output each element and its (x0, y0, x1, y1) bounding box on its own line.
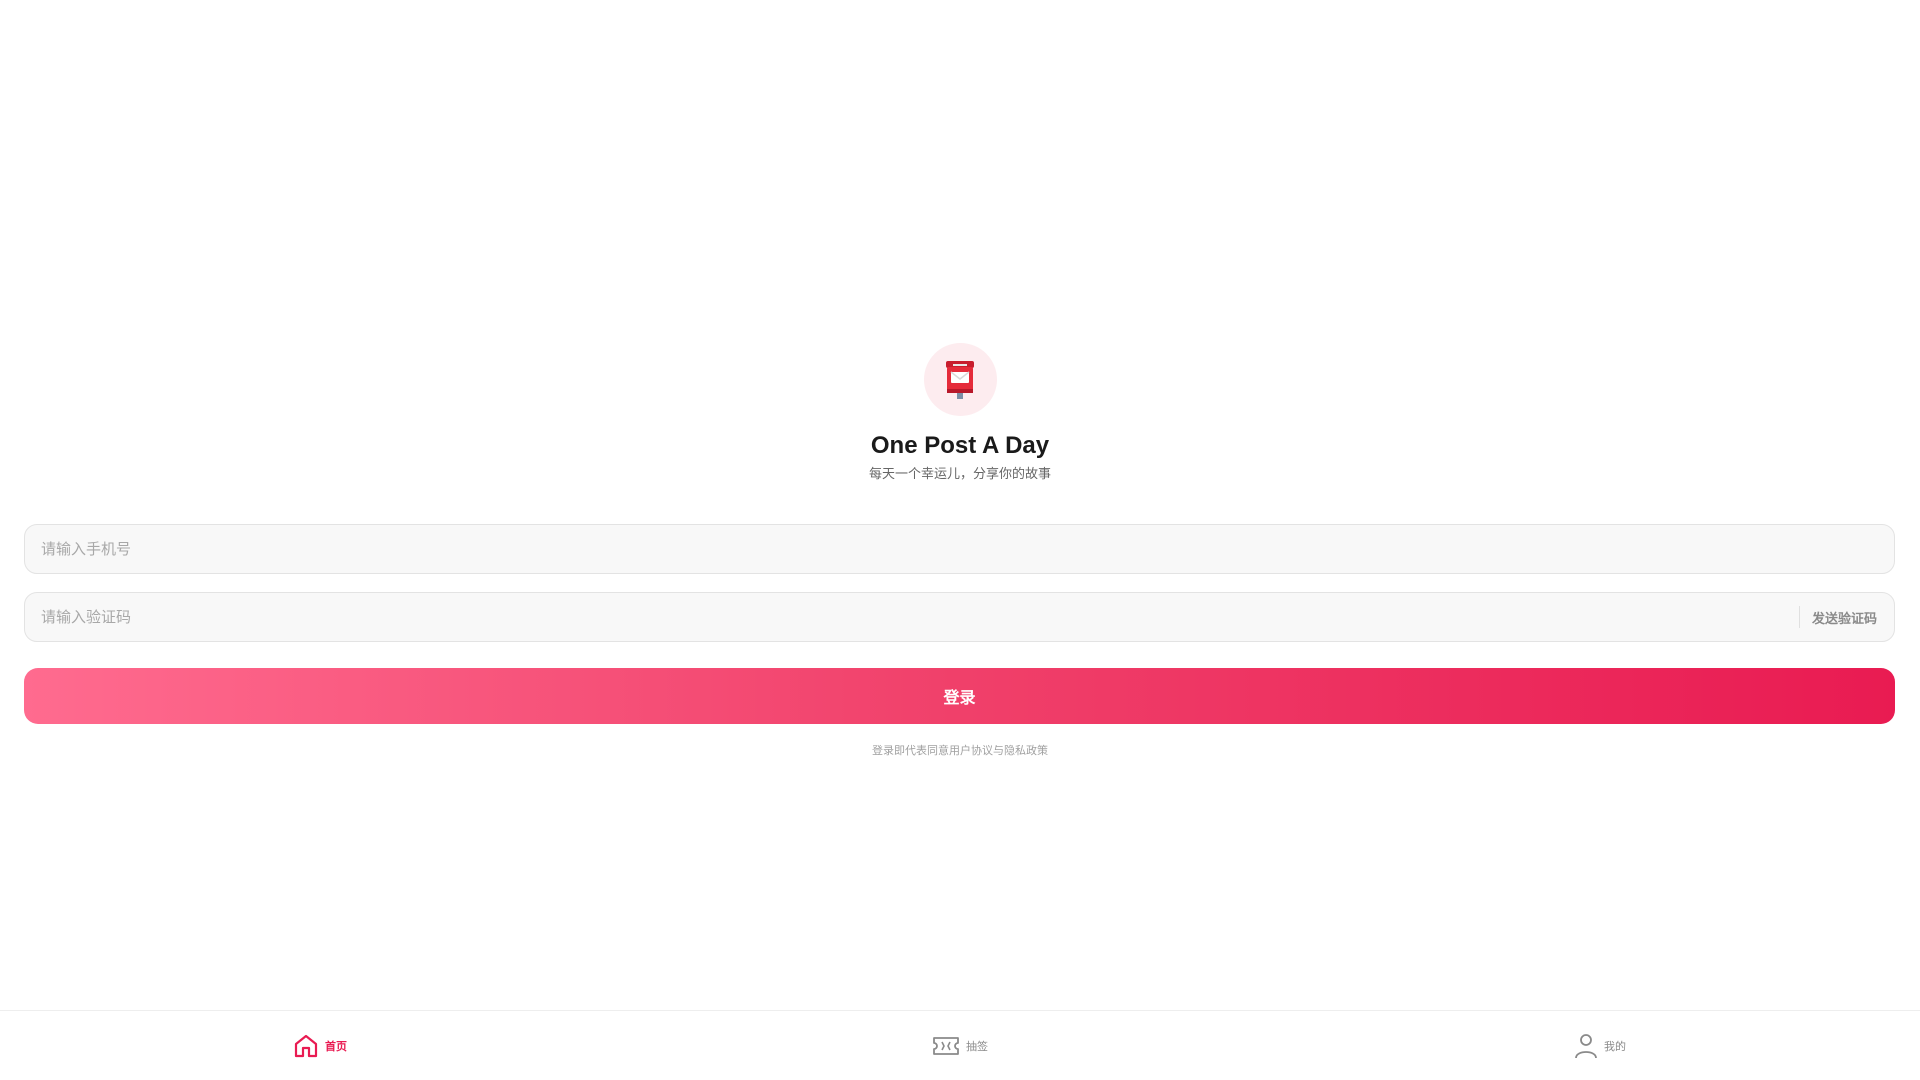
login-button[interactable]: 登录 (24, 668, 1895, 724)
verification-code-input[interactable] (25, 592, 1799, 642)
phone-input[interactable] (25, 524, 1894, 574)
nav-item-home[interactable]: 首页 (0, 1033, 640, 1059)
app-slogan: 每天一个幸运儿，分享你的故事 (868, 467, 1051, 482)
login-page: One Post A Day 每天一个幸运儿，分享你的故事 发送验证码 登录 登… (0, 0, 1920, 1080)
user-icon (1574, 1033, 1598, 1059)
brand-header: One Post A Day 每天一个幸运儿，分享你的故事 (0, 343, 1920, 484)
phone-field-wrapper (24, 524, 1895, 574)
nav-label-draw: 抽签 (966, 1040, 988, 1053)
logo (923, 343, 997, 416)
code-field-wrapper: 发送验证码 (24, 592, 1895, 642)
ticket-icon (932, 1035, 960, 1057)
nav-item-draw[interactable]: 抽签 (640, 1035, 1280, 1057)
nav-label-home: 首页 (325, 1040, 347, 1053)
send-code-button[interactable]: 发送验证码 (1800, 608, 1894, 627)
bottom-nav: 首页 抽签 我的 (0, 1010, 1920, 1080)
home-icon (293, 1033, 319, 1059)
agreement-text[interactable]: 登录即代表同意用户协议与隐私政策 (0, 742, 1920, 758)
postbox-icon (946, 360, 974, 399)
nav-label-profile: 我的 (1604, 1040, 1626, 1053)
nav-item-profile[interactable]: 我的 (1280, 1033, 1920, 1059)
app-title: One Post A Day (870, 432, 1050, 459)
